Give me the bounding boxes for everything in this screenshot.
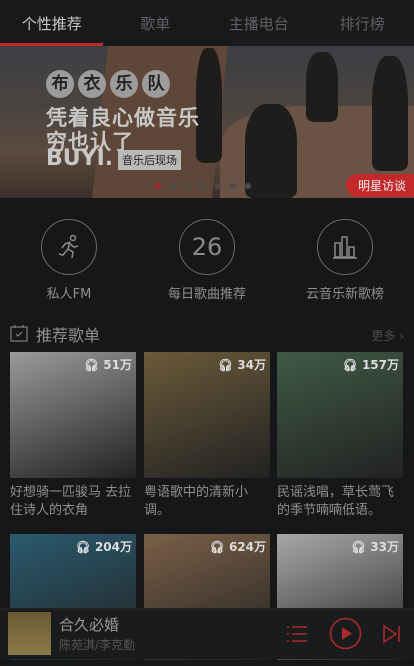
daily-recommend-button[interactable]: 26 每日歌曲推荐 bbox=[152, 219, 262, 302]
play-button[interactable] bbox=[329, 617, 362, 650]
play-count-value: 33万 bbox=[370, 540, 399, 554]
song-title: 合久必婚 bbox=[59, 614, 119, 635]
play-count-value: 204万 bbox=[95, 540, 132, 554]
carousel-dot[interactable] bbox=[230, 183, 236, 189]
carousel-dot[interactable] bbox=[215, 183, 221, 189]
headphones-icon: 🎧︎ bbox=[218, 358, 233, 372]
more-link[interactable]: 更多 › bbox=[371, 327, 404, 344]
carousel-dot[interactable] bbox=[245, 183, 251, 189]
play-count: 🎧︎ 34万 bbox=[218, 356, 266, 373]
banner-band-name: 布 衣 乐 队 bbox=[46, 70, 170, 98]
calendar-check-icon bbox=[10, 324, 28, 342]
playlist-card[interactable]: 🎧︎ 157万 民谣浅唱，草长莺飞的季节喃喃低语。 bbox=[277, 352, 403, 520]
song-artist: 陈苑淇/李克勤 bbox=[59, 636, 135, 653]
banner-char: 乐 bbox=[110, 70, 138, 98]
play-count: 🎧︎ 624万 bbox=[210, 538, 266, 555]
shortcut-label: 云音乐新歌榜 bbox=[290, 283, 400, 302]
tab-radio[interactable]: 主播电台 bbox=[207, 0, 311, 46]
calendar-day-icon: 26 bbox=[179, 219, 235, 275]
shortcut-label: 私人FM bbox=[14, 283, 124, 302]
banner-char: 布 bbox=[46, 70, 74, 98]
playlist-card[interactable]: 🎧︎ 34万 粤语歌中的清新小调。 bbox=[144, 352, 270, 520]
running-person-icon bbox=[41, 219, 97, 275]
banner-char: 队 bbox=[142, 70, 170, 98]
playlist-cover[interactable]: 🎧︎ 157万 bbox=[277, 352, 403, 478]
playlist-icon[interactable] bbox=[286, 624, 308, 644]
headphones-icon: 🎧︎ bbox=[210, 540, 225, 554]
banner-person bbox=[372, 56, 408, 171]
banner-person bbox=[306, 52, 338, 122]
headphones-icon: 🎧︎ bbox=[76, 540, 91, 554]
mini-player[interactable]: 合久必婚 陈苑淇/李克勤 bbox=[0, 608, 414, 659]
playlist-title: 民谣浅唱，草长莺飞的季节喃喃低语。 bbox=[277, 484, 403, 520]
playlist-cover[interactable]: 🎧︎ 34万 bbox=[144, 352, 270, 478]
carousel-dots bbox=[155, 183, 251, 189]
play-count-value: 157万 bbox=[362, 358, 399, 372]
play-count: 🎧︎ 33万 bbox=[351, 538, 399, 555]
play-count-value: 34万 bbox=[237, 358, 266, 372]
next-track-button[interactable] bbox=[382, 624, 402, 644]
banner-tag: 音乐后现场 bbox=[118, 150, 181, 170]
headphones-icon: 🎧︎ bbox=[343, 358, 358, 372]
banner-badge: 明星访谈 bbox=[346, 174, 414, 197]
headphones-icon: 🎧︎ bbox=[84, 358, 99, 372]
tab-playlists[interactable]: 歌单 bbox=[104, 0, 208, 46]
chevron-right-icon: › bbox=[399, 329, 404, 343]
playlist-title: 好想骑一匹骏马 去拉住诗人的衣角 bbox=[10, 484, 136, 520]
carousel-dot[interactable] bbox=[185, 183, 191, 189]
shortcut-label: 每日歌曲推荐 bbox=[152, 283, 262, 302]
playlist-title: 粤语歌中的清新小调。 bbox=[144, 484, 270, 520]
playlist-card[interactable]: 🎧︎ 51万 好想骑一匹骏马 去拉住诗人的衣角 bbox=[10, 352, 136, 520]
banner-char: 衣 bbox=[78, 70, 106, 98]
play-count: 🎧︎ 157万 bbox=[343, 356, 399, 373]
play-count: 🎧︎ 51万 bbox=[84, 356, 132, 373]
top-tabs: 个性推荐 歌单 主播电台 排行榜 bbox=[0, 0, 414, 46]
recommended-playlists-header: 推荐歌单 更多 › bbox=[10, 322, 404, 344]
play-count-value: 51万 bbox=[103, 358, 132, 372]
banner-carousel[interactable]: 布 衣 乐 队 凭着良心做音乐 穷也认了 BUYI. 音乐后现场 明星访谈 bbox=[0, 46, 414, 198]
banner-brand: BUYI. bbox=[46, 146, 113, 171]
private-fm-button[interactable]: 私人FM bbox=[14, 219, 124, 302]
new-songs-chart-button[interactable]: 云音乐新歌榜 bbox=[290, 219, 400, 302]
album-cover[interactable] bbox=[8, 612, 51, 655]
play-count-value: 624万 bbox=[229, 540, 266, 554]
carousel-dot[interactable] bbox=[155, 183, 161, 189]
carousel-dot[interactable] bbox=[200, 183, 206, 189]
carousel-dot[interactable] bbox=[170, 183, 176, 189]
headphones-icon: 🎧︎ bbox=[351, 540, 366, 554]
tab-recommend[interactable]: 个性推荐 bbox=[0, 0, 104, 46]
section-title: 推荐歌单 bbox=[36, 322, 100, 346]
tab-charts[interactable]: 排行榜 bbox=[311, 0, 414, 46]
bar-chart-icon bbox=[317, 219, 373, 275]
play-count: 🎧︎ 204万 bbox=[76, 538, 132, 555]
banner-person bbox=[245, 104, 297, 198]
day-number: 26 bbox=[192, 233, 223, 261]
more-label: 更多 bbox=[371, 329, 395, 343]
playlist-cover[interactable]: 🎧︎ 51万 bbox=[10, 352, 136, 478]
